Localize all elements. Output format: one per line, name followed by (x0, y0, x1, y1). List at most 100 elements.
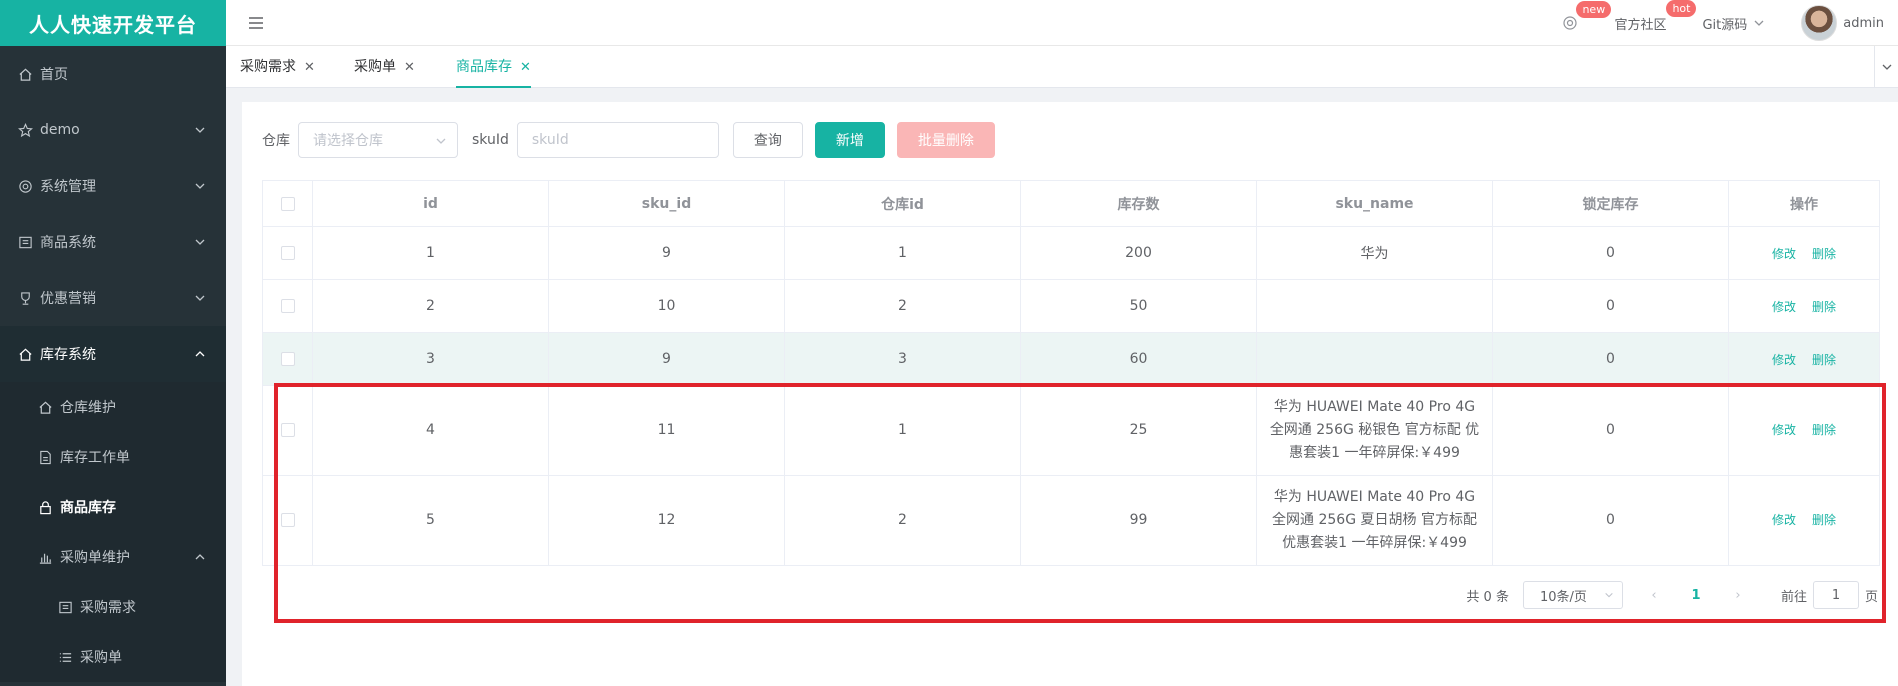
sidebar-item-label: 首页 (40, 67, 68, 83)
git-label: Git源码 (1702, 17, 1748, 33)
row-checkbox[interactable] (280, 513, 295, 527)
cell-sku-name (1256, 332, 1493, 386)
add-button[interactable]: 新增 (814, 122, 885, 158)
sidebar-item-label: 库存系统 (40, 347, 96, 363)
prev-page-icon[interactable]: ‹ (1639, 588, 1669, 603)
cell-warehouse-id: 1 (784, 385, 1021, 476)
sidebar-item-system[interactable]: 系统管理 (0, 158, 226, 214)
list-icon (56, 648, 74, 666)
close-icon[interactable]: ✕ (404, 60, 415, 75)
cell-actions: 修改 删除 (1728, 475, 1880, 566)
column-header: 锁定库存 (1492, 180, 1729, 227)
product-icon (56, 598, 74, 616)
delete-link[interactable]: 删除 (1812, 423, 1836, 437)
cell-sku-id: 9 (548, 226, 785, 280)
tab-purchase-demand[interactable]: 采购需求 ✕ (240, 46, 315, 88)
chevron-up-icon (195, 351, 205, 357)
cell-locked: 0 (1492, 279, 1729, 333)
avatar (1801, 5, 1838, 41)
cell-locked: 0 (1492, 226, 1729, 280)
edit-link[interactable]: 修改 (1772, 247, 1796, 261)
sidebar-item-label: 优惠营销 (40, 291, 96, 307)
delete-link[interactable]: 删除 (1812, 353, 1836, 367)
chevron-down-icon (195, 127, 205, 133)
column-header: sku_id (548, 180, 785, 227)
tab-purchase-order[interactable]: 采购单 ✕ (354, 46, 415, 88)
sidebar-item-product[interactable]: 商品系统 (0, 214, 226, 270)
page-size-label: 10条/页 (1539, 589, 1587, 605)
sidebar-item-label: 库存工作单 (60, 450, 130, 466)
menu-toggle-icon[interactable] (246, 13, 266, 33)
community-label: 官方社区 (1614, 17, 1667, 33)
content-card: 仓库 请选择仓库 skuId 查询 新增 批量删除 id sku_id 仓库id… (242, 102, 1898, 686)
purchase-submenu: 采购需求 采购单 (0, 582, 226, 682)
sidebar-item-warehouse[interactable]: 仓库维护 (0, 382, 226, 432)
close-icon[interactable]: ✕ (304, 60, 315, 75)
close-icon[interactable]: ✕ (520, 60, 531, 75)
sidebar-item-label: 系统管理 (40, 179, 96, 195)
edit-link[interactable]: 修改 (1772, 300, 1796, 314)
cell-warehouse-id: 2 (784, 279, 1021, 333)
query-button[interactable]: 查询 (732, 122, 803, 158)
skuid-input[interactable] (516, 122, 719, 158)
tabs-more-button[interactable] (1874, 46, 1898, 88)
trophy-icon (16, 289, 34, 307)
cell-actions: 修改 删除 (1728, 385, 1880, 476)
delete-link[interactable]: 删除 (1812, 300, 1836, 314)
pagination: 共 0 条 10条/页 ‹ 1 › 前往 页 (1466, 580, 1898, 610)
sidebar-item-demo[interactable]: demo (0, 102, 226, 158)
sidebar-item-purchase-order[interactable]: 采购单 (0, 632, 226, 682)
cell-warehouse-id: 1 (784, 226, 1021, 280)
delete-link[interactable]: 删除 (1812, 247, 1836, 261)
chevron-down-icon (195, 239, 205, 245)
cell-id: 3 (312, 332, 549, 386)
row-checkbox[interactable] (280, 352, 295, 366)
edit-link[interactable]: 修改 (1772, 353, 1796, 367)
chevron-down-icon (1882, 64, 1891, 70)
next-page-icon[interactable]: › (1723, 588, 1753, 603)
settings-button[interactable]: new (1562, 1, 1612, 31)
warehouse-placeholder: 请选择仓库 (313, 133, 383, 149)
page-size-select[interactable]: 10条/页 (1522, 581, 1623, 609)
sidebar-item-stock[interactable]: 库存系统 (0, 326, 226, 382)
sidebar-item-stock-task[interactable]: 库存工作单 (0, 432, 226, 482)
cell-warehouse-id: 3 (784, 332, 1021, 386)
cell-sku-id: 10 (548, 279, 785, 333)
sidebar-item-coupon[interactable]: 优惠营销 (0, 270, 226, 326)
chevron-down-icon (195, 183, 205, 189)
edit-link[interactable]: 修改 (1772, 423, 1796, 437)
community-link[interactable]: 官方社区 hot (1614, 0, 1697, 33)
sidebar-item-sku-stock[interactable]: 商品库存 (0, 482, 226, 532)
cell-id: 2 (312, 279, 549, 333)
page-jump-input[interactable] (1812, 581, 1859, 609)
row-checkbox[interactable] (280, 299, 295, 313)
select-all-cell[interactable] (262, 180, 313, 227)
star-icon (16, 121, 34, 139)
row-checkbox[interactable] (280, 246, 295, 260)
table-row: 1 9 1 200 华为 0 修改 删除 (262, 226, 1880, 280)
bar-chart-icon (36, 548, 54, 566)
home-icon (16, 345, 34, 363)
batch-delete-button[interactable]: 批量删除 (896, 122, 995, 158)
row-checkbox[interactable] (280, 423, 295, 437)
edit-link[interactable]: 修改 (1772, 513, 1796, 527)
tab-sku-stock[interactable]: 商品库存 ✕ (456, 46, 531, 88)
sidebar-item-home[interactable]: 首页 (0, 46, 226, 102)
chevron-down-icon (1605, 592, 1613, 598)
product-icon (16, 233, 34, 251)
search-form: 仓库 请选择仓库 skuId 查询 新增 批量删除 (262, 122, 1007, 158)
cell-warehouse-id: 2 (784, 475, 1021, 566)
cell-stock: 60 (1020, 332, 1257, 386)
gear-icon (1563, 16, 1578, 30)
tab-label: 采购单 (354, 59, 396, 75)
git-dropdown[interactable]: Git源码 (1702, 14, 1765, 33)
sidebar-item-label: 商品系统 (40, 235, 96, 251)
select-all-checkbox[interactable] (280, 196, 295, 211)
warehouse-select[interactable]: 请选择仓库 (298, 122, 458, 158)
delete-link[interactable]: 删除 (1812, 513, 1836, 527)
page-number[interactable]: 1 (1681, 588, 1711, 603)
user-menu[interactable]: admin (1801, 5, 1884, 41)
sidebar-item-purchase[interactable]: 采购单维护 (0, 532, 226, 582)
sidebar-item-purchase-demand[interactable]: 采购需求 (0, 582, 226, 632)
cell-locked: 0 (1492, 332, 1729, 386)
